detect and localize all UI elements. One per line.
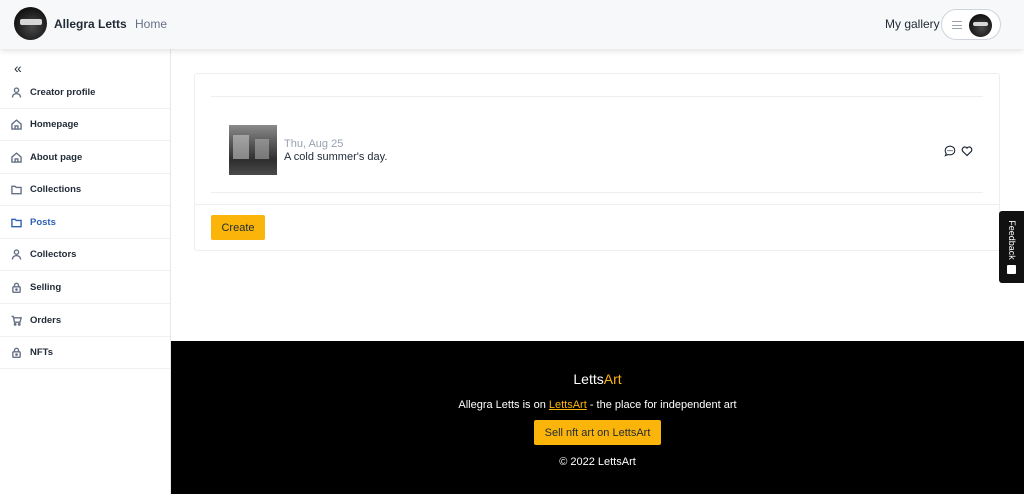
sidebar-item-creator-profile[interactable]: Creator profile xyxy=(0,77,170,109)
lettsart-link[interactable]: LettsArt xyxy=(549,399,587,411)
sidebar-item-nfts[interactable]: NFTs xyxy=(0,337,170,369)
posts-card: Thu, Aug 25 A cold summer's day. Create xyxy=(194,73,1000,251)
sidebar-item-label: Selling xyxy=(30,282,62,293)
sidebar-item-orders[interactable]: Orders xyxy=(0,305,170,337)
post-date: Thu, Aug 25 xyxy=(284,138,344,150)
sidebar-item-collectors[interactable]: Collectors xyxy=(0,239,170,271)
user-menu-button[interactable] xyxy=(941,9,1001,40)
site-brand[interactable]: Allegra Letts xyxy=(54,17,127,31)
folder-icon xyxy=(11,185,22,195)
sidebar-item-label: Posts xyxy=(30,217,56,228)
logo-main: Letts xyxy=(573,371,604,387)
user-icon xyxy=(11,87,22,98)
sidebar-item-label: NFTs xyxy=(30,347,54,358)
tagline-prefix: Allegra Letts is on xyxy=(458,399,549,411)
footer-logo[interactable]: LettsArt xyxy=(171,371,1024,387)
sidebar-item-homepage[interactable]: Homepage xyxy=(0,109,170,141)
sidebar-item-label: Creator profile xyxy=(30,87,96,98)
top-header: Allegra Letts Home My gallery xyxy=(0,0,1024,49)
collapse-sidebar-icon[interactable]: « xyxy=(14,61,22,75)
lock-icon xyxy=(12,282,21,293)
sidebar-item-label: About page xyxy=(30,152,83,163)
cart-icon xyxy=(11,315,22,326)
footer-tagline: Allegra Letts is on LettsArt - the place… xyxy=(171,399,1024,411)
hamburger-icon xyxy=(952,21,962,29)
home-icon xyxy=(11,119,22,130)
sidebar-item-label: Collections xyxy=(30,184,82,195)
sidebar-item-label: Collectors xyxy=(30,249,77,260)
comment-icon[interactable] xyxy=(944,145,956,157)
avatar[interactable] xyxy=(14,7,47,40)
heart-icon[interactable] xyxy=(961,145,973,157)
feedback-icon xyxy=(1007,265,1016,274)
sidebar: « Creator profile Homepage About page Co… xyxy=(0,49,171,494)
nav-home-link[interactable]: Home xyxy=(135,17,167,31)
divider xyxy=(211,192,983,193)
user-icon xyxy=(11,249,22,260)
post-title[interactable]: A cold summer's day. xyxy=(284,151,387,163)
folder-icon xyxy=(11,218,22,228)
feedback-tab[interactable]: Feedback xyxy=(999,211,1024,283)
user-avatar xyxy=(969,14,992,37)
lock-icon xyxy=(12,347,21,358)
tagline-suffix: - the place for independent art xyxy=(586,399,737,411)
copyright: © 2022 LettsArt xyxy=(559,456,636,468)
sidebar-item-selling[interactable]: Selling xyxy=(0,272,170,304)
footer: LettsArt Allegra Letts is on LettsArt - … xyxy=(171,341,1024,494)
divider xyxy=(195,204,999,205)
logo-accent: Art xyxy=(603,371,622,387)
sell-nft-button[interactable]: Sell nft art on LettsArt xyxy=(534,420,661,445)
home-icon xyxy=(11,152,22,163)
sidebar-item-collections[interactable]: Collections xyxy=(0,174,170,206)
create-button[interactable]: Create xyxy=(211,215,265,240)
sidebar-item-about-page[interactable]: About page xyxy=(0,142,170,174)
sidebar-item-label: Homepage xyxy=(30,119,79,130)
my-gallery-link[interactable]: My gallery xyxy=(885,17,940,31)
sidebar-item-label: Orders xyxy=(30,315,62,326)
list-item[interactable]: Thu, Aug 25 A cold summer's day. xyxy=(211,108,983,194)
post-thumbnail[interactable] xyxy=(229,125,277,175)
divider xyxy=(211,96,983,97)
sidebar-item-posts[interactable]: Posts xyxy=(0,207,170,239)
